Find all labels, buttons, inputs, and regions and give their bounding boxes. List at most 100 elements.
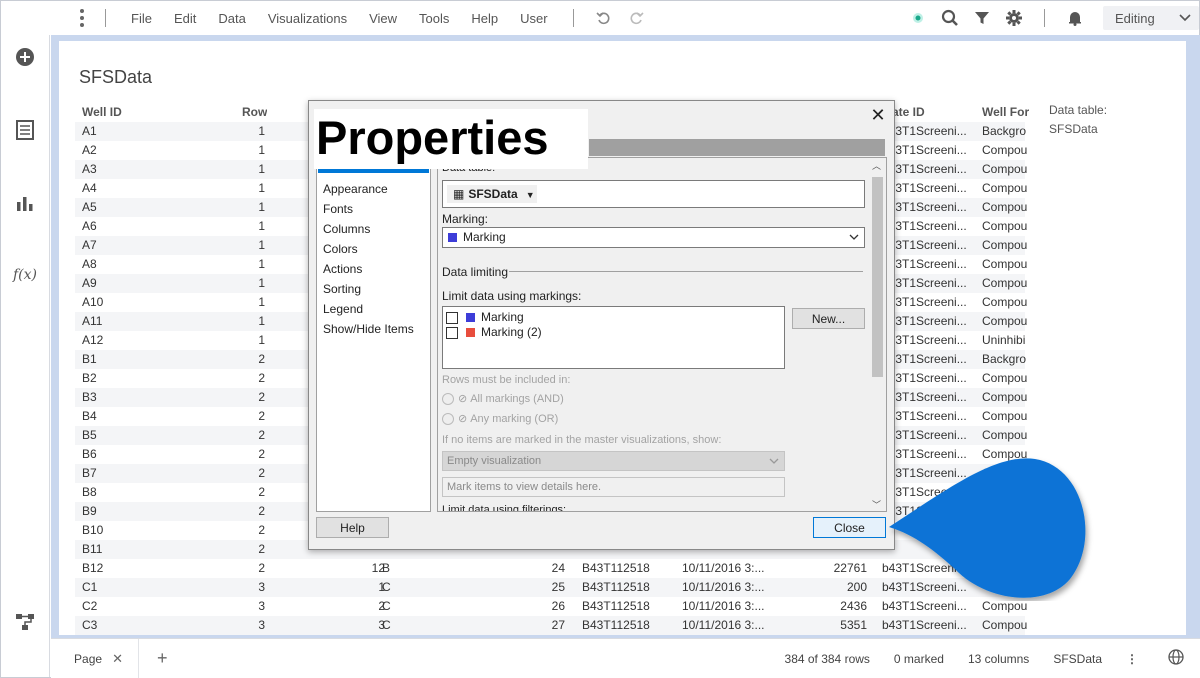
table-row[interactable]: B12 2 12 B 24 B43T112518 10/11/2016 3:... 22761… [75,559,1025,578]
table-cell: 24 [551,561,565,575]
table-row[interactable]: C2 3 2 C 26 B43T112518 10/11/2016 3:... 2436 b43… [75,597,1027,616]
nav-item-fonts[interactable]: Fonts [323,202,353,216]
add-page-icon[interactable]: + [157,648,168,669]
table-cell: A3 [82,162,97,176]
table-cell: B43T112518 [582,561,650,575]
globe-icon[interactable] [1168,649,1184,668]
close-icon[interactable]: ✕ [112,651,123,667]
table-cell: Compou [982,371,1028,385]
table-cell: 1 [258,219,265,233]
undo-icon[interactable] [593,7,615,29]
add-circle-icon[interactable] [13,45,37,69]
empty-visualization-value: Empty visualization [447,455,542,467]
checkbox[interactable] [446,326,458,339]
nav-item-appearance[interactable]: Appearance [323,182,388,196]
marking-dropdown[interactable]: Marking [442,227,865,248]
pane-scrollbar[interactable]: ︿ ﹀ [869,159,885,511]
marked-status: 0 marked [893,651,944,666]
table-cell: 2 [258,371,265,385]
table-cell: Compou [982,390,1028,404]
table-cell: 3 [258,580,265,594]
table-cell: b43T1Screeni... [882,238,967,252]
table-cell: A2 [82,143,97,157]
table-status[interactable]: SFSData [1053,652,1102,666]
marking-2-item-label: Marking (2) [481,325,542,339]
table-cell: A10 [82,295,104,309]
table-cell: 2 [258,409,265,423]
more-vertical-icon[interactable]: ⋮ [1126,652,1138,666]
search-icon[interactable] [939,7,961,29]
menu-tools[interactable]: Tools [408,11,460,26]
table-cell: B7 [82,466,97,480]
help-button[interactable]: Help [316,517,389,538]
mode-dropdown[interactable]: Editing [1103,6,1199,30]
table-cell: 2 [378,599,385,613]
column-header-well-id[interactable]: Well ID [82,103,122,122]
function-icon[interactable]: f(x) [13,263,37,287]
table-cell: 2 [258,485,265,499]
bar-chart-icon[interactable] [13,191,37,215]
scrollbar-thumb[interactable] [872,177,883,377]
close-icon[interactable]: ✕ [870,106,886,124]
table-row[interactable]: C3 3 3 C 27 B43T112518 10/11/2016 3:... 5351 b43… [75,616,1027,635]
scroll-down-icon[interactable]: ﹀ [872,498,881,511]
table-cell: A12 [82,333,104,347]
checkbox[interactable] [446,311,458,324]
nav-item-colors[interactable]: Colors [323,242,358,256]
table-cell: B6 [82,447,97,461]
bell-icon[interactable] [1064,7,1086,29]
nav-item-sorting[interactable]: Sorting [323,282,361,296]
nav-item-columns[interactable]: Columns [323,222,370,236]
column-header-row[interactable]: Row [242,103,267,122]
new-marking-button[interactable]: New... [792,308,865,329]
table-cell: B8 [82,485,97,499]
details-placeholder-text: Mark items to view details here. [447,481,602,493]
table-cell: 1 [258,333,265,347]
column-header-well-format[interactable]: Well For [982,103,1029,122]
data-flow-icon[interactable] [13,610,37,634]
table-cell: b43T1Screeni... [882,181,967,195]
table-cell: B [382,561,391,575]
table-row[interactable]: C1 3 1 C 25 B43T112518 10/11/2016 3:... 200 b43T… [75,578,1025,597]
properties-nav: Data Appearance Fonts Columns Colors Act… [316,157,431,512]
table-cell: 10/11/2016 3:... [682,580,765,594]
nav-item-actions[interactable]: Actions [323,262,362,276]
section-divider [509,271,863,272]
redo-icon[interactable] [625,7,647,29]
table-cell: 2 [258,390,265,404]
nav-item-show-hide-items[interactable]: Show/Hide Items [323,322,414,336]
visualization-title: SFSData [79,67,153,87]
close-button[interactable]: Close [813,517,886,538]
data-table-selector[interactable]: ▦ SFSData ▼ [447,185,537,203]
table-cell: B10 [82,523,104,537]
table-cell: C1 [82,580,98,594]
table-cell: B43T112518 [582,618,650,632]
gear-icon[interactable] [1003,7,1025,29]
table-cell: b43T1Screeni... [882,352,967,366]
data-table-name: SFSData [1049,122,1098,136]
nav-item-legend[interactable]: Legend [323,302,363,316]
table-cell: 10/11/2016 3:... [682,599,765,613]
menu-visualizations[interactable]: Visualizations [257,11,358,26]
filter-icon[interactable] [971,7,993,29]
more-menu-icon[interactable] [73,9,91,27]
menu-edit[interactable]: Edit [163,11,207,26]
menu-view[interactable]: View [358,11,408,26]
menu-help[interactable]: Help [460,11,509,26]
data-panel-icon[interactable] [13,118,37,142]
table-cell: B11 [82,542,103,556]
page-tab[interactable]: Page ✕ [59,638,139,678]
table-cell: Compou [982,257,1028,271]
menu-file[interactable]: File [120,11,163,26]
menu-data[interactable]: Data [207,11,256,26]
menu-user[interactable]: User [509,11,558,26]
table-cell: Uninhibi [982,333,1026,347]
marking-2-checkbox-row[interactable]: Marking (2) [446,325,542,339]
marking-checkbox-row[interactable]: Marking [446,310,524,324]
table-cell: C3 [82,618,98,632]
column-header-plate-id[interactable]: ate ID [892,103,925,122]
radio-icon [442,413,454,426]
table-cell: A8 [82,257,97,271]
scroll-up-icon[interactable]: ︿ [872,159,881,172]
data-table-field: ▦ SFSData ▼ [442,180,865,208]
